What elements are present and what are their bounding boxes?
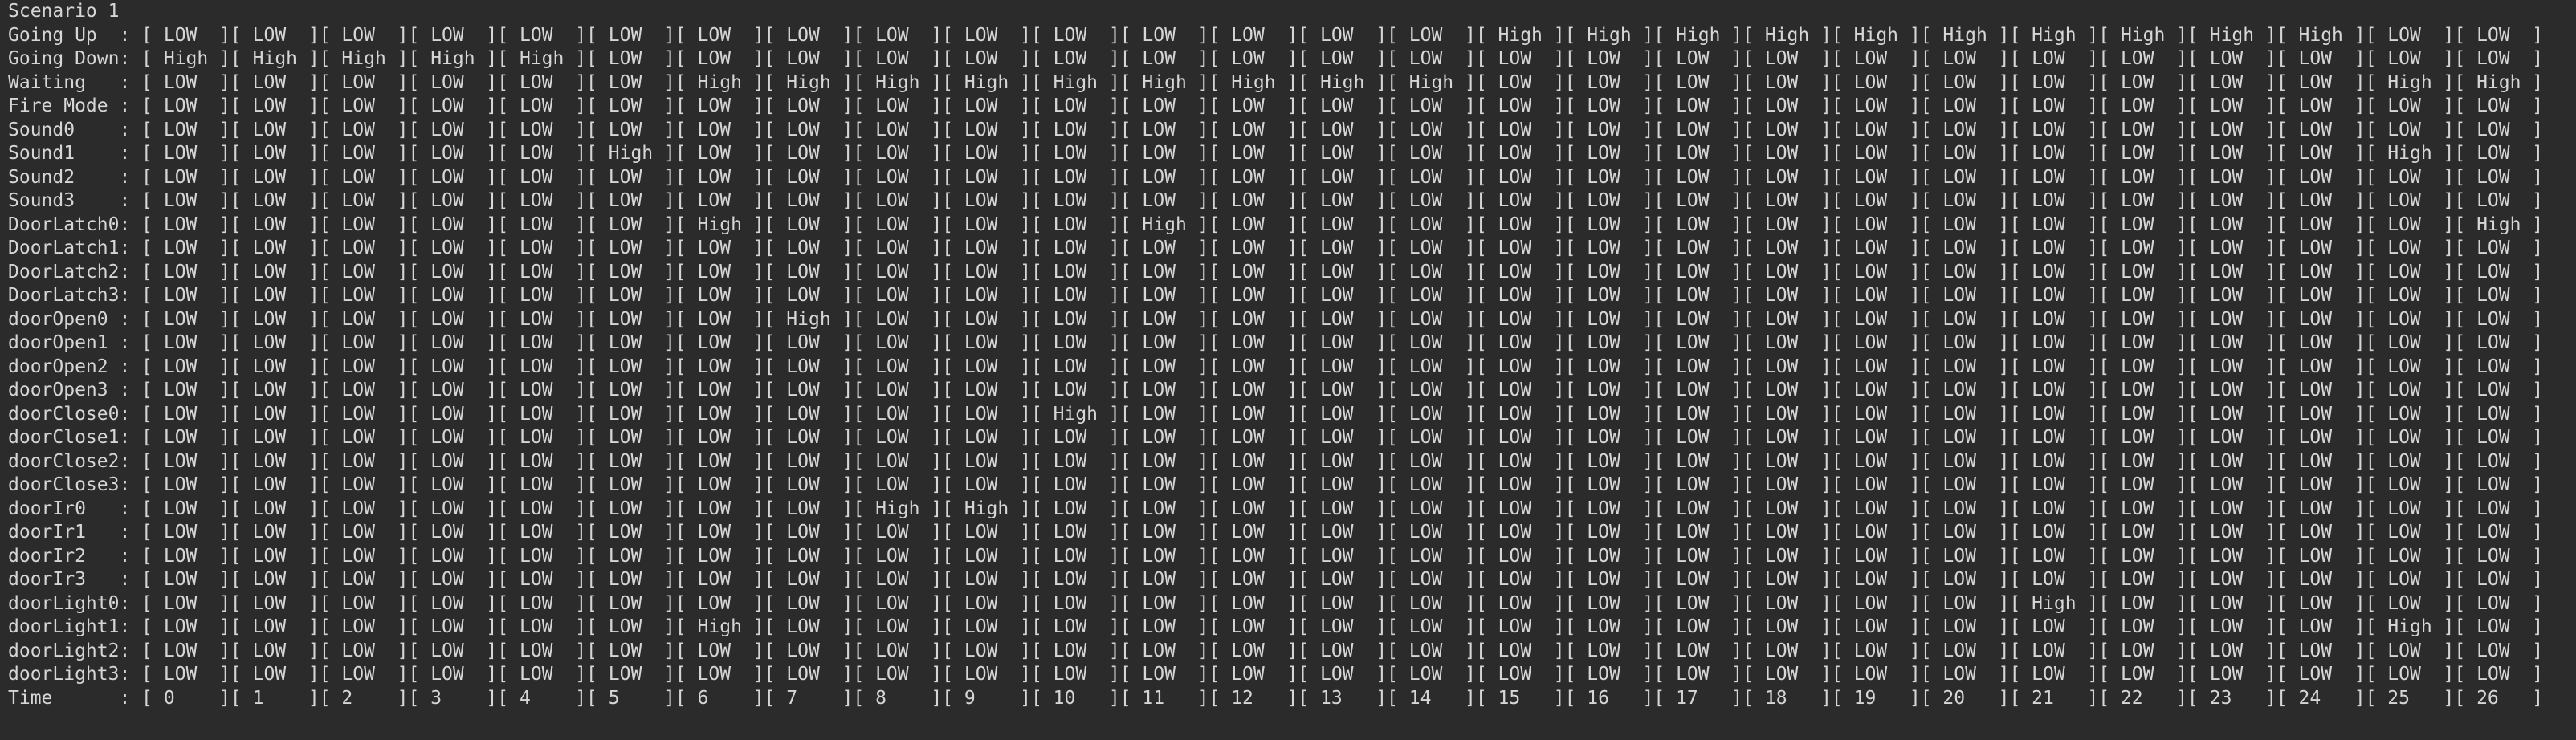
signal-row-doorclose0: doorClose0: [ LOW ][ LOW ][ LOW ][ LOW ]…	[8, 403, 2544, 425]
signal-row-going-up: Going Up : [ LOW ][ LOW ][ LOW ][ LOW ][…	[8, 24, 2544, 46]
signal-row-time: Time : [ 0 ][ 1 ][ 2 ][ 3 ][ 4 ][ 5 ][ 6…	[8, 687, 2544, 709]
signal-row-dooropen2: doorOpen2 : [ LOW ][ LOW ][ LOW ][ LOW ]…	[8, 356, 2544, 377]
signal-row-sound2: Sound2 : [ LOW ][ LOW ][ LOW ][ LOW ][ L…	[8, 166, 2544, 188]
signal-row-dooropen0: doorOpen0 : [ LOW ][ LOW ][ LOW ][ LOW ]…	[8, 308, 2544, 330]
signal-row-doorlight0: doorLight0: [ LOW ][ LOW ][ LOW ][ LOW ]…	[8, 592, 2544, 614]
signal-row-sound0: Sound0 : [ LOW ][ LOW ][ LOW ][ LOW ][ L…	[8, 119, 2544, 140]
signal-row-doorir0: doorIr0 : [ LOW ][ LOW ][ LOW ][ LOW ][ …	[8, 498, 2544, 519]
signal-row-dooropen1: doorOpen1 : [ LOW ][ LOW ][ LOW ][ LOW ]…	[8, 332, 2544, 353]
signal-row-fire-mode: Fire Mode : [ LOW ][ LOW ][ LOW ][ LOW ]…	[8, 96, 2544, 116]
terminal-output: Scenario 1 Going Up : [ LOW ][ LOW ][ LO…	[8, 0, 2576, 740]
signal-row-doorclose1: doorClose1: [ LOW ][ LOW ][ LOW ][ LOW ]…	[8, 427, 2544, 448]
signal-row-doorclose2: doorClose2: [ LOW ][ LOW ][ LOW ][ LOW ]…	[8, 450, 2544, 472]
signal-row-sound1: Sound1 : [ LOW ][ LOW ][ LOW ][ LOW ][ L…	[8, 143, 2544, 164]
signal-row-waiting: Waiting : [ LOW ][ LOW ][ LOW ][ LOW ][ …	[8, 71, 2544, 93]
signal-row-doorlatch1: DoorLatch1: [ LOW ][ LOW ][ LOW ][ LOW ]…	[8, 238, 2544, 258]
signal-row-dooropen3: doorOpen3 : [ LOW ][ LOW ][ LOW ][ LOW ]…	[8, 380, 2544, 400]
signal-row-doorlatch3: DoorLatch3: [ LOW ][ LOW ][ LOW ][ LOW ]…	[8, 285, 2544, 306]
signal-row-doorir2: doorIr2 : [ LOW ][ LOW ][ LOW ][ LOW ][ …	[8, 545, 2544, 567]
signal-row-doorclose3: doorClose3: [ LOW ][ LOW ][ LOW ][ LOW ]…	[8, 474, 2544, 495]
signal-row-doorlatch2: DoorLatch2: [ LOW ][ LOW ][ LOW ][ LOW ]…	[8, 261, 2544, 283]
signal-row-doorlight3: doorLight3: [ LOW ][ LOW ][ LOW ][ LOW ]…	[8, 664, 2544, 685]
signal-row-going-down: Going Down: [ High ][ High ][ High ][ Hi…	[8, 48, 2544, 69]
signal-row-doorlight1: doorLight1: [ LOW ][ LOW ][ LOW ][ LOW ]…	[8, 616, 2544, 637]
signal-row-doorlatch0: DoorLatch0: [ LOW ][ LOW ][ LOW ][ LOW ]…	[8, 213, 2544, 235]
signal-row-sound3: Sound3 : [ LOW ][ LOW ][ LOW ][ LOW ][ L…	[8, 190, 2544, 211]
signal-row-doorlight2: doorLight2: [ LOW ][ LOW ][ LOW ][ LOW ]…	[8, 640, 2544, 661]
scenario-title: Scenario 1	[8, 1, 120, 22]
signal-row-doorir1: doorIr1 : [ LOW ][ LOW ][ LOW ][ LOW ][ …	[8, 522, 2544, 543]
signal-row-doorir3: doorIr3 : [ LOW ][ LOW ][ LOW ][ LOW ][ …	[8, 569, 2544, 590]
